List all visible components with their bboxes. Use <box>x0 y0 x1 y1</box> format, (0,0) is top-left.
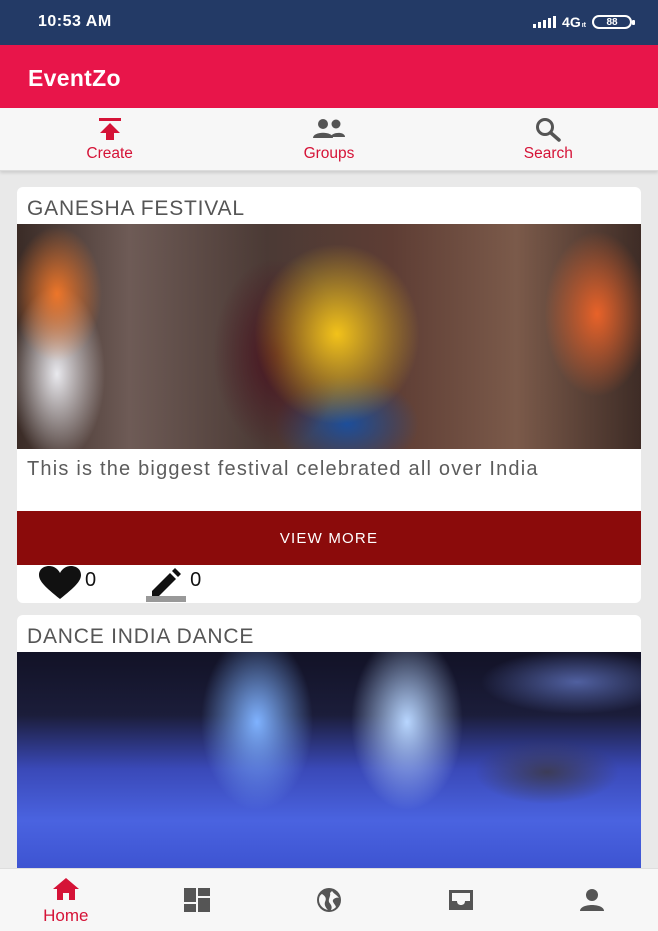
edit-action[interactable]: 0 <box>146 565 201 602</box>
status-bar: 10:53 AM 4Gıt 88 <box>0 0 658 45</box>
bottom-nav: Home <box>0 868 658 931</box>
app-bar: EventZo <box>0 45 658 108</box>
event-title: DANCE INDIA DANCE <box>27 625 255 648</box>
event-card: GANESHA FESTIVAL This is the biggest fes… <box>17 187 641 603</box>
tab-create[interactable]: Create <box>0 108 219 170</box>
tab-search-label: Search <box>523 144 573 162</box>
like-count: 0 <box>85 569 97 591</box>
view-more-button[interactable]: VIEW MORE <box>17 511 641 565</box>
event-description: This is the biggest festival celebrated … <box>27 458 539 480</box>
like-action[interactable]: 0 <box>37 565 96 600</box>
nav-profile[interactable] <box>526 869 658 931</box>
dashboard-icon <box>184 888 211 912</box>
event-image[interactable] <box>17 652 641 877</box>
app-title: EventZo <box>28 65 121 91</box>
upload-icon <box>98 117 121 140</box>
top-tabs: Create Groups Search <box>0 108 658 171</box>
signal-icon <box>533 16 557 28</box>
profile-icon <box>580 889 605 911</box>
status-indicators: 4Gıt 88 <box>533 14 635 30</box>
battery-icon: 88 <box>592 15 635 29</box>
tab-groups-label: Groups <box>303 144 355 162</box>
event-actions: 0 0 <box>17 565 641 603</box>
nav-inbox[interactable] <box>395 869 527 931</box>
tab-search[interactable]: Search <box>439 108 658 170</box>
edit-icon <box>146 568 187 602</box>
tab-create-label: Create <box>86 144 133 162</box>
nav-explore[interactable] <box>263 869 395 931</box>
nav-home[interactable]: Home <box>0 869 132 931</box>
globe-icon <box>316 888 341 912</box>
heart-icon <box>39 566 81 599</box>
event-card: DANCE INDIA DANCE <box>17 615 641 877</box>
event-image[interactable] <box>17 224 641 449</box>
edit-count: 0 <box>190 569 202 591</box>
search-icon <box>536 117 562 142</box>
home-icon <box>52 877 79 900</box>
groups-icon <box>312 118 345 138</box>
inbox-icon <box>448 890 473 910</box>
nav-home-label: Home <box>43 905 89 925</box>
network-type: 4Gıt <box>562 14 586 30</box>
event-title: GANESHA FESTIVAL <box>27 197 245 220</box>
status-time: 10:53 AM <box>38 13 112 30</box>
event-feed: GANESHA FESTIVAL This is the biggest fes… <box>17 187 641 889</box>
nav-dashboard[interactable] <box>132 869 264 931</box>
tab-groups[interactable]: Groups <box>219 108 438 170</box>
